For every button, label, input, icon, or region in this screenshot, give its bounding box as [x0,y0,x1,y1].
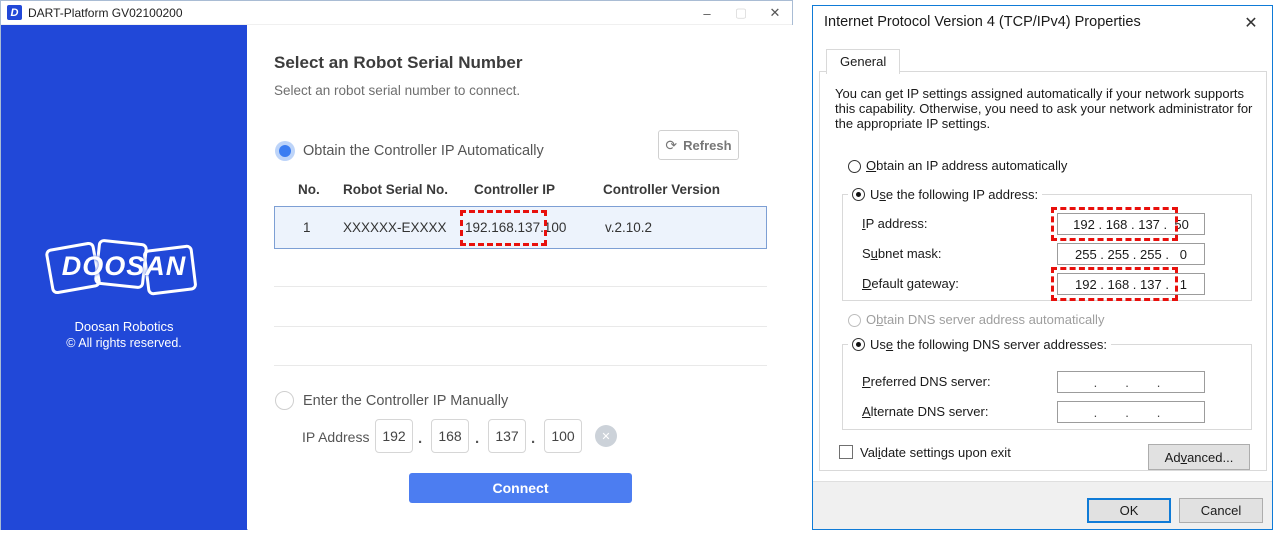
subnet-mask-field[interactable]: 255 . 255 . 255 . 0 [1057,243,1205,265]
column-header-controller-version: Controller Version [603,182,720,197]
ip-address-label: IP address: [862,216,928,231]
page-title: Select an Robot Serial Number [274,53,522,73]
cell-robot-serial: XXXXXX-EXXXX [343,220,447,235]
tcpip-properties-dialog: Internet Protocol Version 4 (TCP/IPv4) P… [812,5,1273,530]
cell-row-number: 1 [303,220,311,235]
dialog-titlebar: Internet Protocol Version 4 (TCP/IPv4) P… [813,6,1272,38]
table-row[interactable]: 1 XXXXXX-EXXXX 192.168.137.100 v.2.10.2 [274,206,767,249]
ip-octet-4-input[interactable] [544,419,582,453]
alternate-dns-label: Alternate DNS server: [862,404,988,419]
ip-octet-1-input[interactable] [375,419,413,453]
cell-controller-version: v.2.10.2 [605,220,652,235]
radio-obtain-ip-label: Obtain the Controller IP Automatically [303,143,544,159]
dart-titlebar: D DART-Platform GV02100200 – ▢ ✕ [1,1,792,25]
use-dns-groupbox: Use the following DNS server addresses: … [842,344,1252,430]
close-button[interactable]: ✕ [758,1,792,25]
radio-use-ip-label: Use the following IP address: [870,187,1038,202]
company-name: Doosan Robotics [1,319,247,334]
preferred-dns-field[interactable]: ... [1057,371,1205,393]
column-header-serial: Robot Serial No. [343,182,448,197]
red-highlight-box [460,210,547,246]
ip-address-label: IP Address [302,429,369,445]
dart-platform-window: D DART-Platform GV02100200 – ▢ ✕ DOOSAN … [0,0,793,530]
doosan-logo-text: DOOSAN [1,251,247,282]
ip-octet-2-input[interactable] [431,419,469,453]
maximize-button[interactable]: ▢ [724,1,758,25]
alternate-dns-field[interactable]: ... [1057,401,1205,423]
tab-general[interactable]: General [826,49,900,74]
default-gateway-label: Default gateway: [862,276,959,291]
doosan-logo: DOOSAN [1,229,247,309]
red-highlight-box [1051,207,1178,241]
validate-settings-checkbox[interactable] [839,445,853,459]
radio-use-dns-label: Use the following DNS server addresses: [870,337,1107,352]
doosan-sidebar: DOOSAN Doosan Robotics © All rights rese… [1,25,247,530]
validate-settings-label: Validate settings upon exit [860,445,1011,460]
copyright-text: © All rights reserved. [1,336,247,350]
dialog-button-strip: OK Cancel [813,481,1272,529]
octet-dot: . [531,430,535,447]
column-header-controller-ip: Controller IP [474,182,555,197]
radio-obtain-dns-automatically[interactable] [848,314,861,327]
row-separator [274,365,767,366]
refresh-button[interactable]: ⟳ Refresh [658,130,739,160]
radio-obtain-ip-automatically[interactable] [275,141,295,161]
close-button[interactable]: ✕ [1240,12,1262,34]
radio-use-following-ip[interactable] [852,188,865,201]
refresh-icon: ⟳ [665,137,677,154]
octet-dot: . [418,430,422,447]
advanced-button[interactable]: Advanced... [1148,444,1250,470]
radio-enter-ip-manually[interactable] [275,391,294,410]
radio-use-following-dns[interactable] [852,338,865,351]
dialog-title: Internet Protocol Version 4 (TCP/IPv4) P… [824,14,1141,30]
radio-obtain-ip-label: Obtain an IP address automatically [866,158,1067,173]
dart-app-icon: D [7,5,22,20]
ok-button[interactable]: OK [1087,498,1171,523]
cancel-button[interactable]: Cancel [1179,498,1263,523]
clear-ip-button[interactable]: ✕ [595,425,617,447]
window-title: DART-Platform GV02100200 [28,6,183,20]
radio-obtain-ip-automatically[interactable] [848,160,861,173]
screenshot-stage: D DART-Platform GV02100200 – ▢ ✕ DOOSAN … [0,0,1275,533]
row-separator [274,286,767,287]
radio-obtain-dns-label: Obtain DNS server address automatically [866,312,1104,327]
connect-button[interactable]: Connect [409,473,632,503]
page-subtitle: Select an robot serial number to connect… [274,83,520,98]
row-separator [274,326,767,327]
radio-use-ip-legend: Use the following IP address: [848,187,1042,202]
use-ip-groupbox: Use the following IP address: IP address… [842,194,1252,301]
dart-main-panel: Select an Robot Serial Number Select an … [248,25,793,530]
ip-octet-3-input[interactable] [488,419,526,453]
general-tab-page: You can get IP settings assigned automat… [819,71,1267,471]
preferred-dns-label: Preferred DNS server: [862,374,991,389]
subnet-mask-label: Subnet mask: [862,246,942,261]
radio-enter-ip-label: Enter the Controller IP Manually [303,393,508,409]
column-header-no: No. [298,182,320,197]
radio-use-dns-legend: Use the following DNS server addresses: [848,337,1111,352]
description-text: You can get IP settings assigned automat… [835,86,1259,131]
refresh-label: Refresh [683,138,731,153]
minimize-button[interactable]: – [690,1,724,25]
octet-dot: . [475,430,479,447]
red-highlight-box [1051,267,1178,301]
